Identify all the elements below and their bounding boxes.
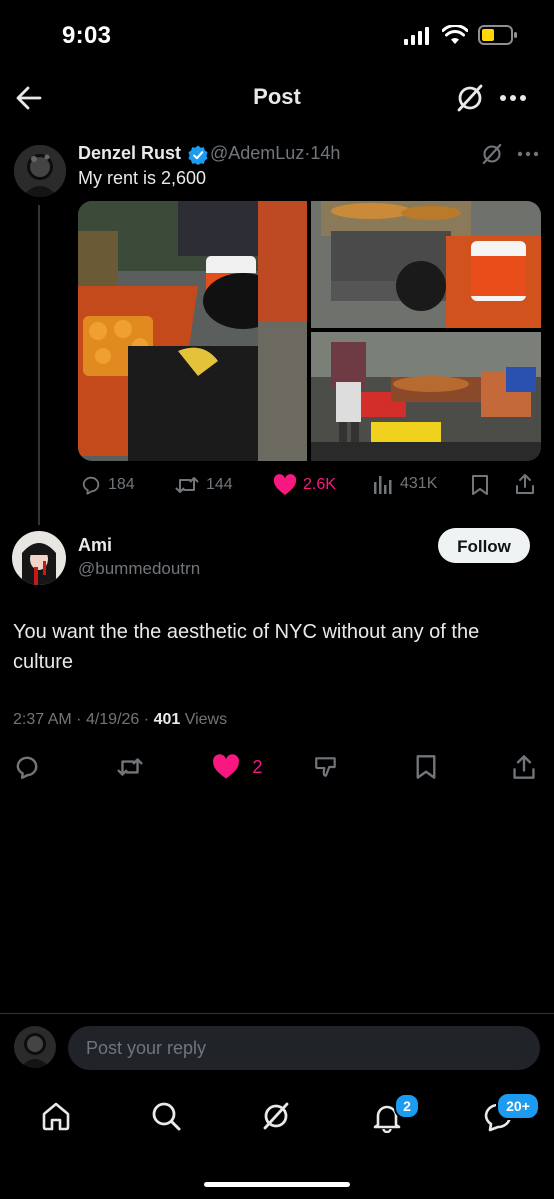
repost-icon — [175, 477, 199, 493]
heart-filled-icon — [213, 754, 239, 779]
post-text: My rent is 2,600 — [78, 168, 207, 188]
more-options-icon[interactable] — [499, 94, 527, 102]
bookmark-icon[interactable] — [470, 474, 490, 496]
views-count: 401 — [153, 711, 181, 728]
thread-line — [38, 205, 40, 525]
repost-icon[interactable] — [116, 754, 144, 780]
avatar — [14, 1026, 56, 1068]
avatar[interactable] — [14, 145, 66, 197]
home-indicator — [204, 1182, 350, 1187]
verified-badge-icon — [188, 145, 208, 165]
repost-count: 144 — [206, 476, 233, 493]
post-text: You want the the aesthetic of NYC withou… — [13, 621, 480, 673]
photo-carts-sidewalk[interactable] — [311, 201, 541, 328]
like-count: 2.6K — [303, 476, 336, 493]
post-meta: 2:37 AM · 4/19/26 · 401 Views — [13, 711, 227, 729]
author-handle[interactable]: @bummedoutrn — [78, 559, 200, 579]
messages-badge: 20+ — [496, 1092, 540, 1120]
views-count: 431K — [400, 475, 438, 492]
more-options-icon[interactable] — [517, 151, 539, 157]
share-icon[interactable] — [511, 754, 537, 780]
reply-count: 184 — [108, 476, 135, 493]
author-name[interactable]: Denzel Rust — [78, 143, 181, 164]
reply-icon — [82, 476, 100, 495]
reply-input[interactable] — [68, 1026, 540, 1070]
separator: · — [76, 711, 82, 728]
signal-icon — [404, 27, 432, 45]
author-handle-row: @AdemLuz·14h — [210, 143, 340, 164]
post-time: 2:37 AM — [13, 711, 72, 728]
reply-icon[interactable] — [14, 754, 40, 780]
avatar[interactable] — [12, 531, 66, 585]
grok-icon[interactable] — [260, 1100, 292, 1132]
notifications-badge: 2 — [394, 1093, 420, 1119]
battery-icon — [478, 25, 518, 45]
status-time: 9:03 — [62, 22, 112, 49]
photo-street-vendors[interactable] — [311, 332, 541, 461]
views-bar-chart-icon — [374, 476, 392, 494]
views-label[interactable]: Views — [185, 711, 227, 728]
repost-action[interactable]: 144 — [174, 474, 233, 496]
search-icon[interactable] — [150, 1100, 182, 1132]
post-age: 14h — [310, 143, 341, 163]
home-icon[interactable] — [40, 1100, 72, 1132]
views-action[interactable]: 431K — [372, 474, 437, 494]
grok-icon[interactable] — [454, 82, 486, 114]
reply-action[interactable]: 184 — [80, 474, 135, 496]
share-icon[interactable] — [514, 473, 536, 495]
like-action[interactable]: 2 — [212, 754, 262, 780]
divider — [0, 1013, 554, 1014]
follow-button[interactable]: Follow — [438, 528, 530, 563]
media-grid[interactable] — [78, 201, 541, 461]
separator: · — [143, 711, 150, 728]
author-handle[interactable]: @AdemLuz — [210, 143, 304, 163]
wifi-icon — [442, 25, 468, 45]
like-count: 2 — [252, 756, 263, 777]
bookmark-icon[interactable] — [414, 754, 438, 780]
heart-filled-icon — [273, 474, 297, 495]
post-date: 4/19/26 — [85, 711, 140, 728]
photo-cart-grill[interactable] — [78, 201, 307, 461]
author-name[interactable]: Ami — [78, 535, 112, 556]
like-action[interactable]: 2.6K — [273, 474, 336, 496]
grok-icon[interactable] — [480, 142, 504, 166]
downvote-icon[interactable] — [312, 754, 340, 780]
